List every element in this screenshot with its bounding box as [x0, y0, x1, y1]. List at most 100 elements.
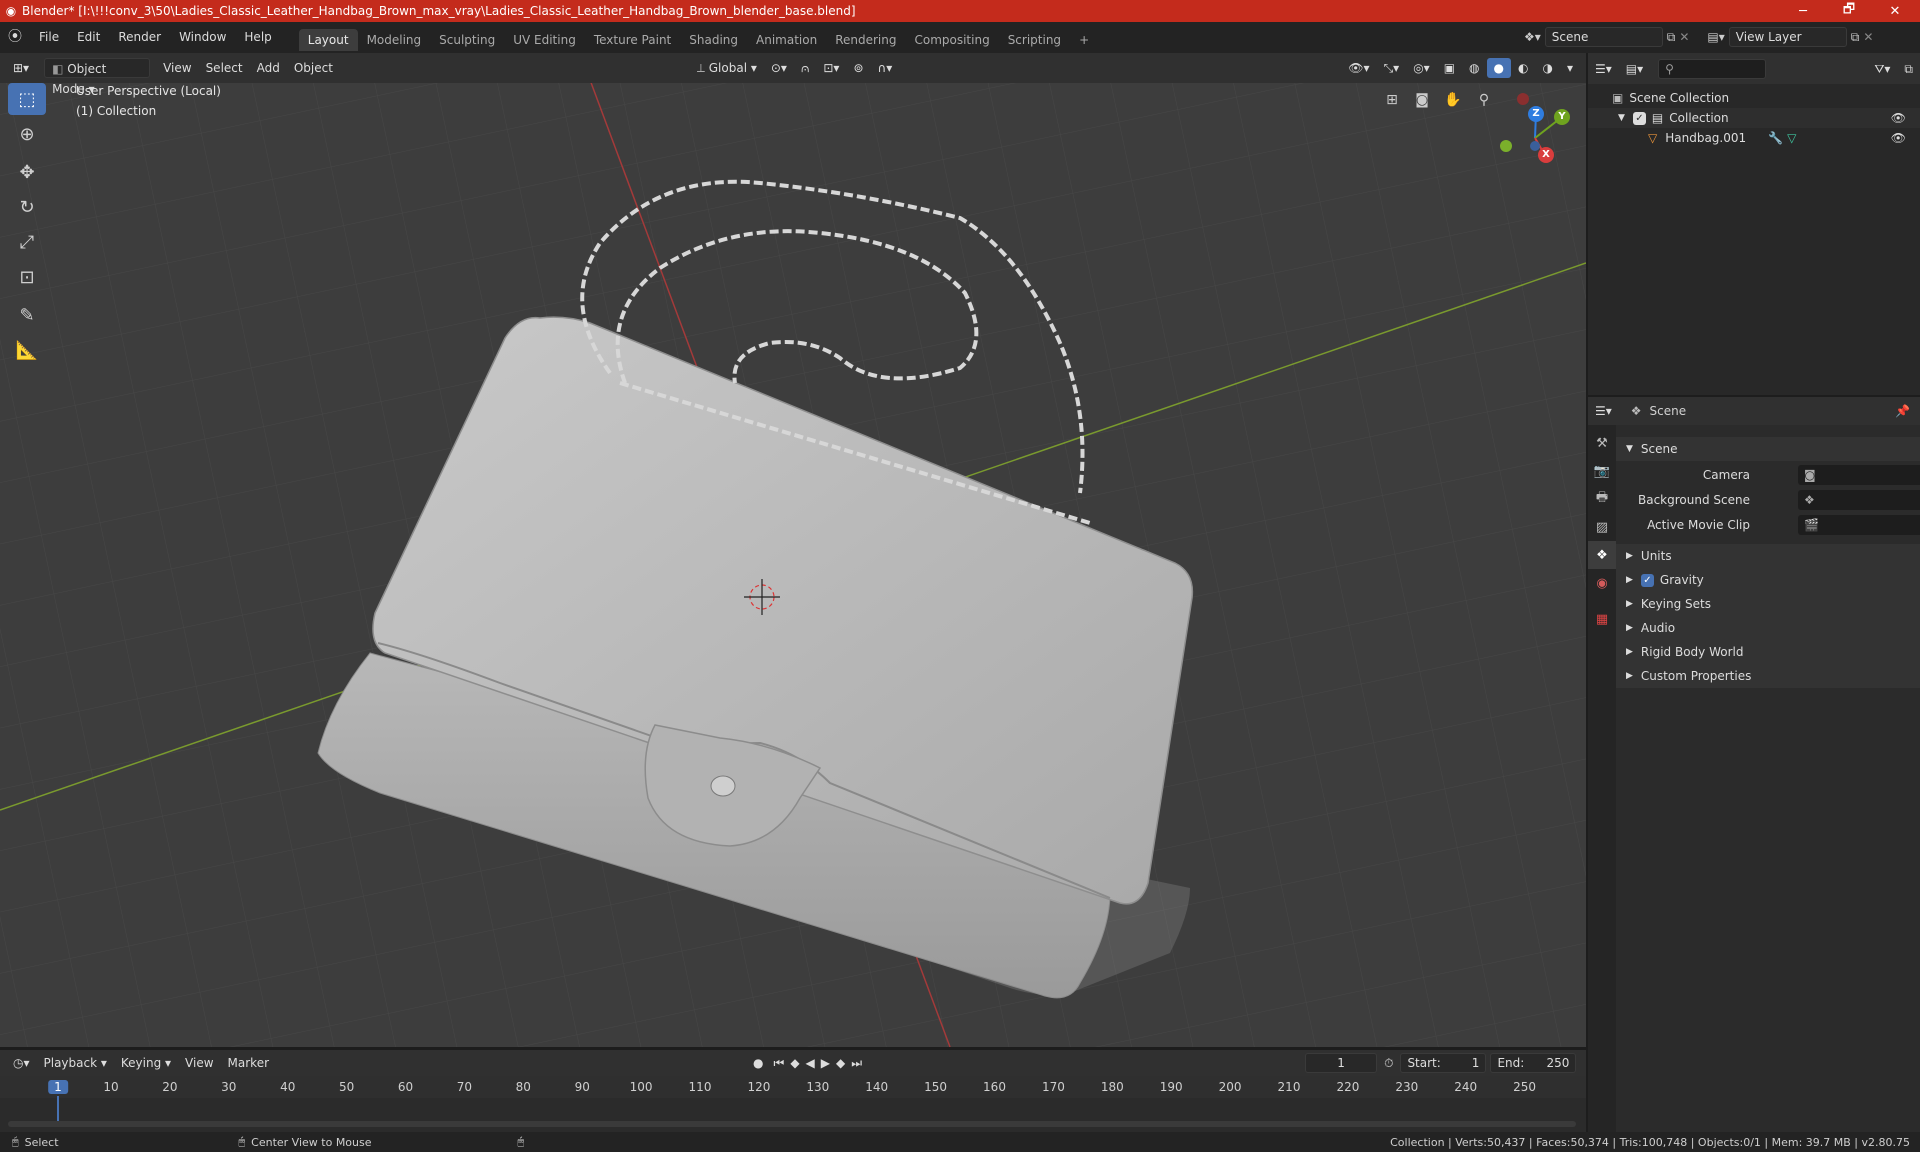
output-tab-icon[interactable]: 🖶: [1588, 485, 1616, 513]
tree-collection[interactable]: ▼ ✓ ▤ Collection 👁: [1588, 108, 1920, 128]
proportional-edit-icon[interactable]: ⊚: [846, 58, 870, 78]
camera-icon[interactable]: ◙: [1409, 87, 1435, 113]
maximize-button[interactable]: 🗗: [1826, 0, 1872, 22]
snap-icon[interactable]: ⩀: [794, 58, 816, 78]
mesh-data-icon[interactable]: ▽: [1787, 131, 1796, 145]
menu-render[interactable]: Render: [109, 22, 170, 53]
xray-icon[interactable]: ▣: [1437, 58, 1462, 78]
menu-window[interactable]: Window: [170, 22, 235, 53]
outliner-search-input[interactable]: ⚲: [1658, 58, 1767, 79]
minimize-button[interactable]: ─: [1780, 0, 1826, 22]
filter-icon[interactable]: ⛛▾: [1867, 59, 1897, 79]
viewlayer-selector-icon[interactable]: ▤▾: [1707, 30, 1724, 44]
timeline-view-menu[interactable]: View: [178, 1053, 220, 1073]
collection-eye-icon[interactable]: 👁: [1891, 111, 1906, 125]
start-frame-field[interactable]: Start: 1: [1400, 1053, 1487, 1073]
play-icon[interactable]: ▶: [818, 1053, 833, 1073]
transform-orientation-dropdown[interactable]: ⟂ Global ▾: [690, 58, 764, 78]
tool-tab-icon[interactable]: ⚒: [1588, 429, 1616, 457]
marker-menu[interactable]: Marker: [221, 1053, 276, 1073]
visibility-icon[interactable]: 👁▾: [1341, 58, 1376, 78]
keying-menu[interactable]: Keying ▾: [114, 1053, 178, 1073]
object-mode-dropdown[interactable]: ◧ Object Mode ▾: [44, 58, 151, 96]
timeline-editor-type-icon[interactable]: ◷▾: [6, 1053, 37, 1073]
wireframe-shading-icon[interactable]: ◍: [1462, 58, 1486, 78]
world-tab-icon[interactable]: ◉: [1588, 569, 1616, 597]
properties-editor-type-icon[interactable]: ☰▾: [1588, 401, 1619, 421]
tab-animation[interactable]: Animation: [747, 29, 826, 51]
tab-texture-paint[interactable]: Texture Paint: [585, 29, 680, 51]
menu-edit[interactable]: Edit: [68, 22, 109, 53]
scene-selector-icon[interactable]: ❖▾: [1524, 30, 1541, 44]
new-viewlayer-icon[interactable]: ⧉: [1851, 30, 1860, 45]
outliner-editor-type-icon[interactable]: ☰▾: [1588, 59, 1619, 79]
transform-tool-icon[interactable]: ⊡: [8, 261, 46, 293]
next-keyframe-icon[interactable]: ◆: [833, 1053, 848, 1073]
measure-tool-icon[interactable]: 📐: [8, 334, 46, 366]
gravity-panel[interactable]: ▶ ✓ Gravity: [1616, 568, 1920, 592]
movie-clip-field[interactable]: 🎬: [1798, 515, 1920, 535]
record-icon[interactable]: ●: [746, 1053, 770, 1073]
jump-start-icon[interactable]: ⏮: [771, 1053, 788, 1073]
pivot-point-icon[interactable]: ⊙▾: [764, 58, 794, 78]
scene-field[interactable]: Scene: [1544, 27, 1663, 47]
audio-panel[interactable]: ▶ Audio: [1616, 616, 1920, 640]
rigid-body-world-panel[interactable]: ▶ Rigid Body World: [1616, 640, 1920, 664]
tab-sculpting[interactable]: Sculpting: [430, 29, 504, 51]
scene-tab-icon[interactable]: ❖: [1588, 541, 1616, 569]
playback-menu[interactable]: Playback ▾: [37, 1053, 114, 1073]
modifier-wrench-icon[interactable]: 🔧: [1768, 131, 1783, 145]
annotate-tool-icon[interactable]: ✎: [8, 299, 46, 331]
gravity-checkbox[interactable]: ✓: [1640, 573, 1654, 587]
3d-viewport[interactable]: User Perspective (Local) (1) Collection …: [0, 53, 1586, 1047]
cursor-tool-icon[interactable]: ⊕: [8, 118, 46, 150]
snap-target-icon[interactable]: ⊡▾: [816, 58, 846, 78]
display-mode-icon[interactable]: ▤▾: [1619, 59, 1650, 79]
delete-viewlayer-icon[interactable]: ✕: [1863, 30, 1873, 44]
view-layer-tab-icon[interactable]: ▨: [1588, 513, 1616, 541]
prev-keyframe-icon[interactable]: ◆: [787, 1053, 802, 1073]
tab-layout[interactable]: Layout: [298, 28, 358, 51]
menu-view[interactable]: View: [156, 58, 198, 78]
pin-icon[interactable]: 📌: [1895, 404, 1910, 418]
frame-ruler[interactable]: 1 10 20 30 40 50 60 70 80 90 100 110 120 130 140 150 160…: [0, 1076, 1586, 1124]
object-eye-icon[interactable]: 👁: [1891, 131, 1906, 145]
shading-options-icon[interactable]: ▾: [1560, 58, 1580, 78]
custom-properties-panel[interactable]: ▶ Custom Properties: [1616, 664, 1920, 688]
gizmo-z-axis[interactable]: Z: [1528, 106, 1544, 122]
menu-file[interactable]: File: [30, 22, 68, 53]
rotate-tool-icon[interactable]: ↻: [8, 191, 46, 223]
units-panel[interactable]: ▶ Units: [1616, 544, 1920, 568]
texture-tab-icon[interactable]: ▦: [1588, 605, 1616, 633]
menu-add[interactable]: Add: [250, 58, 287, 78]
timeline-scrollbar[interactable]: [8, 1121, 1576, 1127]
toggle-camera-view-icon[interactable]: ⊞: [1379, 87, 1405, 113]
play-reverse-icon[interactable]: ◀: [803, 1053, 818, 1073]
collapse-arrow-icon[interactable]: ▼: [1618, 113, 1625, 123]
end-frame-field[interactable]: End: 250: [1490, 1053, 1577, 1073]
gizmo-toggle-icon[interactable]: ⤡▾: [1377, 58, 1407, 78]
pan-hand-icon[interactable]: ✋: [1440, 87, 1466, 113]
menu-select[interactable]: Select: [199, 58, 250, 78]
tab-shading[interactable]: Shading: [680, 29, 747, 51]
jump-end-icon[interactable]: ⏭: [848, 1053, 865, 1073]
close-button[interactable]: ✕: [1872, 0, 1918, 22]
preview-range-icon[interactable]: ⏱: [1377, 1053, 1400, 1073]
keying-sets-panel[interactable]: ▶ Keying Sets: [1616, 592, 1920, 616]
background-scene-field[interactable]: ❖: [1798, 490, 1920, 510]
gizmo-x-axis[interactable]: X: [1538, 147, 1554, 163]
scene-panel-header[interactable]: ▼ Scene: [1616, 437, 1920, 461]
delete-scene-icon[interactable]: ✕: [1679, 30, 1689, 44]
viewlayer-field[interactable]: View Layer: [1728, 27, 1847, 47]
new-scene-icon[interactable]: ⧉: [1667, 30, 1676, 45]
new-collection-icon[interactable]: ⧉: [1897, 59, 1920, 79]
tab-rendering[interactable]: Rendering: [826, 29, 905, 51]
tab-scripting[interactable]: Scripting: [999, 29, 1070, 51]
scale-tool-icon[interactable]: ⤢: [8, 226, 46, 258]
collection-checkbox[interactable]: ✓: [1632, 111, 1646, 125]
editor-type-icon[interactable]: ⊞▾: [6, 58, 36, 78]
gizmo-y-axis[interactable]: Y: [1554, 109, 1570, 125]
material-shading-icon[interactable]: ◐: [1511, 58, 1535, 78]
camera-field[interactable]: ◙✎: [1798, 465, 1920, 485]
menu-help[interactable]: Help: [235, 22, 280, 53]
